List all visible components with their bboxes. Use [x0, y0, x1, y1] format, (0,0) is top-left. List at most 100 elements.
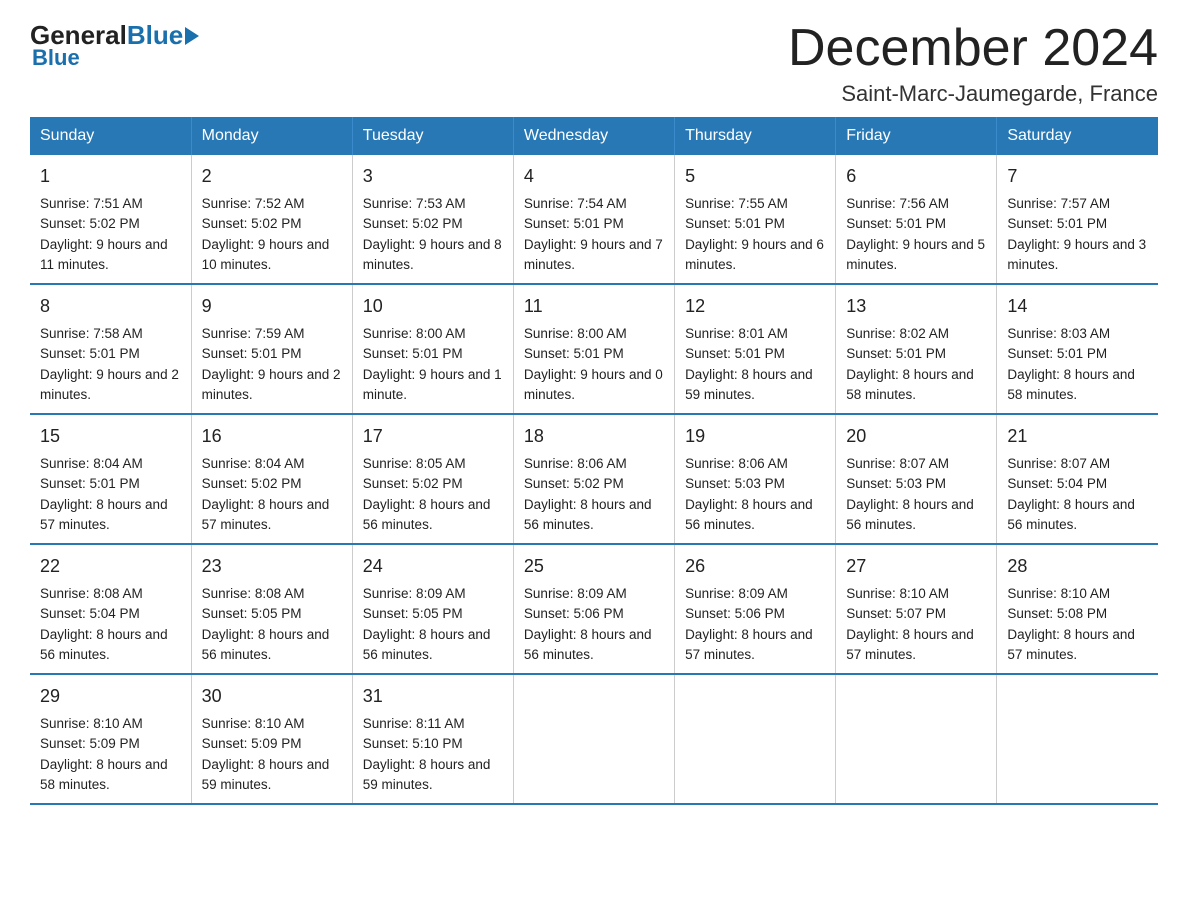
day-number: 25 — [524, 553, 664, 580]
day-number: 9 — [202, 293, 342, 320]
calendar-cell: 8Sunrise: 7:58 AMSunset: 5:01 PMDaylight… — [30, 284, 191, 414]
daylight-label: Daylight: 9 hours and 8 minutes. — [363, 237, 502, 272]
daylight-label: Daylight: 8 hours and 57 minutes. — [40, 497, 168, 532]
sunrise-label: Sunrise: 8:02 AM — [846, 326, 949, 341]
day-number: 8 — [40, 293, 181, 320]
logo-blue-label: Blue — [32, 45, 80, 71]
sunset-label: Sunset: 5:05 PM — [363, 606, 463, 621]
daylight-label: Daylight: 8 hours and 59 minutes. — [202, 757, 330, 792]
calendar-cell: 14Sunrise: 8:03 AMSunset: 5:01 PMDayligh… — [997, 284, 1158, 414]
day-number: 20 — [846, 423, 986, 450]
calendar-cell: 5Sunrise: 7:55 AMSunset: 5:01 PMDaylight… — [675, 155, 836, 284]
calendar-cell: 4 Sunrise: 7:54 AM Sunset: 5:01 PM Daylight… — [513, 155, 674, 284]
day-number: 17 — [363, 423, 503, 450]
day-number: 18 — [524, 423, 664, 450]
calendar-cell: 29Sunrise: 8:10 AMSunset: 5:09 PMDayligh… — [30, 674, 191, 804]
sunset-label: Sunset: 5:03 PM — [685, 476, 785, 491]
sunrise-label: Sunrise: 8:03 AM — [1007, 326, 1110, 341]
daylight-label: Daylight: 8 hours and 56 minutes. — [40, 627, 168, 662]
day-number: 19 — [685, 423, 825, 450]
sunset-label: Sunset: 5:01 PM — [363, 346, 463, 361]
day-number: 15 — [40, 423, 181, 450]
sunrise-label: Sunrise: 7:53 AM — [363, 196, 466, 211]
calendar-cell — [513, 674, 674, 804]
sunrise-label: Sunrise: 7:56 AM — [846, 196, 949, 211]
page-title: December 2024 — [788, 20, 1158, 77]
day-number: 24 — [363, 553, 503, 580]
daylight-label: Daylight: 8 hours and 56 minutes. — [1007, 497, 1135, 532]
calendar-cell: 12Sunrise: 8:01 AMSunset: 5:01 PMDayligh… — [675, 284, 836, 414]
sunrise-label: Sunrise: 8:09 AM — [524, 586, 627, 601]
col-header-tuesday: Tuesday — [352, 117, 513, 155]
daylight-label: Daylight: 8 hours and 57 minutes. — [202, 497, 330, 532]
sunrise-label: Sunrise: 7:54 AM — [524, 196, 627, 211]
sunrise-label: Sunrise: 8:10 AM — [1007, 586, 1110, 601]
sunset-label: Sunset: 5:04 PM — [40, 606, 140, 621]
day-number: 12 — [685, 293, 825, 320]
sunset-label: Sunset: 5:01 PM — [40, 476, 140, 491]
sunrise-label: Sunrise: 8:07 AM — [1007, 456, 1110, 471]
sunrise-label: Sunrise: 8:08 AM — [40, 586, 143, 601]
day-number: 23 — [202, 553, 342, 580]
col-header-friday: Friday — [836, 117, 997, 155]
day-number: 6 — [846, 163, 986, 190]
calendar-cell: 17Sunrise: 8:05 AMSunset: 5:02 PMDayligh… — [352, 414, 513, 544]
col-header-sunday: Sunday — [30, 117, 191, 155]
calendar-cell — [675, 674, 836, 804]
sunset-label: Sunset: 5:02 PM — [363, 216, 463, 231]
day-number: 27 — [846, 553, 986, 580]
daylight-label: Daylight: 9 hours and 0 minutes. — [524, 367, 663, 402]
day-number: 30 — [202, 683, 342, 710]
sunset-label: Sunset: 5:04 PM — [1007, 476, 1107, 491]
calendar-cell: 20Sunrise: 8:07 AMSunset: 5:03 PMDayligh… — [836, 414, 997, 544]
sunset-label: Sunset: 5:01 PM — [685, 346, 785, 361]
calendar-cell: 24 Sunrise: 8:09 AM Sunset: 5:05 PM Dayligh… — [352, 544, 513, 674]
sunset-label: Sunset: 5:01 PM — [40, 346, 140, 361]
sunset-label: Sunset: 5:02 PM — [363, 476, 463, 491]
calendar-cell: 3 Sunrise: 7:53 AM Sunset: 5:02 PM Daylight… — [352, 155, 513, 284]
calendar-cell: 30Sunrise: 8:10 AMSunset: 5:09 PMDayligh… — [191, 674, 352, 804]
sunrise-label: Sunrise: 8:05 AM — [363, 456, 466, 471]
sunrise-label: Sunrise: 7:57 AM — [1007, 196, 1110, 211]
sunset-label: Sunset: 5:03 PM — [846, 476, 946, 491]
sunrise-label: Sunrise: 8:10 AM — [202, 716, 305, 731]
page-header: General Blue Blue December 2024 Saint-Ma… — [30, 20, 1158, 107]
day-number: 2 — [202, 163, 342, 190]
sunrise-label: Sunrise: 8:09 AM — [363, 586, 466, 601]
sunset-label: Sunset: 5:09 PM — [40, 736, 140, 751]
calendar-cell: 18Sunrise: 8:06 AMSunset: 5:02 PMDayligh… — [513, 414, 674, 544]
daylight-label: Daylight: 8 hours and 58 minutes. — [846, 367, 974, 402]
calendar-cell: 25Sunrise: 8:09 AMSunset: 5:06 PMDayligh… — [513, 544, 674, 674]
day-number: 28 — [1007, 553, 1148, 580]
calendar-week-1: 1Sunrise: 7:51 AMSunset: 5:02 PMDaylight… — [30, 155, 1158, 284]
day-number: 21 — [1007, 423, 1148, 450]
logo-triangle-icon — [185, 27, 199, 45]
sunset-label: Sunset: 5:02 PM — [40, 216, 140, 231]
daylight-label: Daylight: 8 hours and 59 minutes. — [363, 757, 491, 792]
day-number: 3 — [363, 163, 503, 190]
daylight-label: Daylight: 8 hours and 59 minutes. — [685, 367, 813, 402]
day-number: 4 — [524, 163, 664, 190]
calendar-cell: 23Sunrise: 8:08 AMSunset: 5:05 PMDayligh… — [191, 544, 352, 674]
sunset-label: Sunset: 5:01 PM — [1007, 216, 1107, 231]
sunset-label: Sunset: 5:05 PM — [202, 606, 302, 621]
calendar-cell: 31Sunrise: 8:11 AMSunset: 5:10 PMDayligh… — [352, 674, 513, 804]
logo-blue-text: Blue — [127, 20, 199, 51]
day-number: 7 — [1007, 163, 1148, 190]
daylight-label: Daylight: 8 hours and 56 minutes. — [524, 497, 652, 532]
daylight-label: Daylight: 9 hours and 7 minutes. — [524, 237, 663, 272]
sunrise-label: Sunrise: 8:04 AM — [40, 456, 143, 471]
sunrise-label: Sunrise: 8:07 AM — [846, 456, 949, 471]
sunset-label: Sunset: 5:01 PM — [524, 216, 624, 231]
sunset-label: Sunset: 5:01 PM — [846, 346, 946, 361]
daylight-label: Daylight: 8 hours and 56 minutes. — [363, 627, 491, 662]
daylight-label: Daylight: 9 hours and 2 minutes. — [40, 367, 179, 402]
logo: General Blue Blue — [30, 20, 199, 71]
daylight-label: Daylight: 9 hours and 3 minutes. — [1007, 237, 1146, 272]
calendar-cell: 19Sunrise: 8:06 AMSunset: 5:03 PMDayligh… — [675, 414, 836, 544]
calendar-cell — [997, 674, 1158, 804]
day-number: 1 — [40, 163, 181, 190]
sunrise-label: Sunrise: 7:55 AM — [685, 196, 788, 211]
day-number: 22 — [40, 553, 181, 580]
calendar-week-5: 29Sunrise: 8:10 AMSunset: 5:09 PMDayligh… — [30, 674, 1158, 804]
